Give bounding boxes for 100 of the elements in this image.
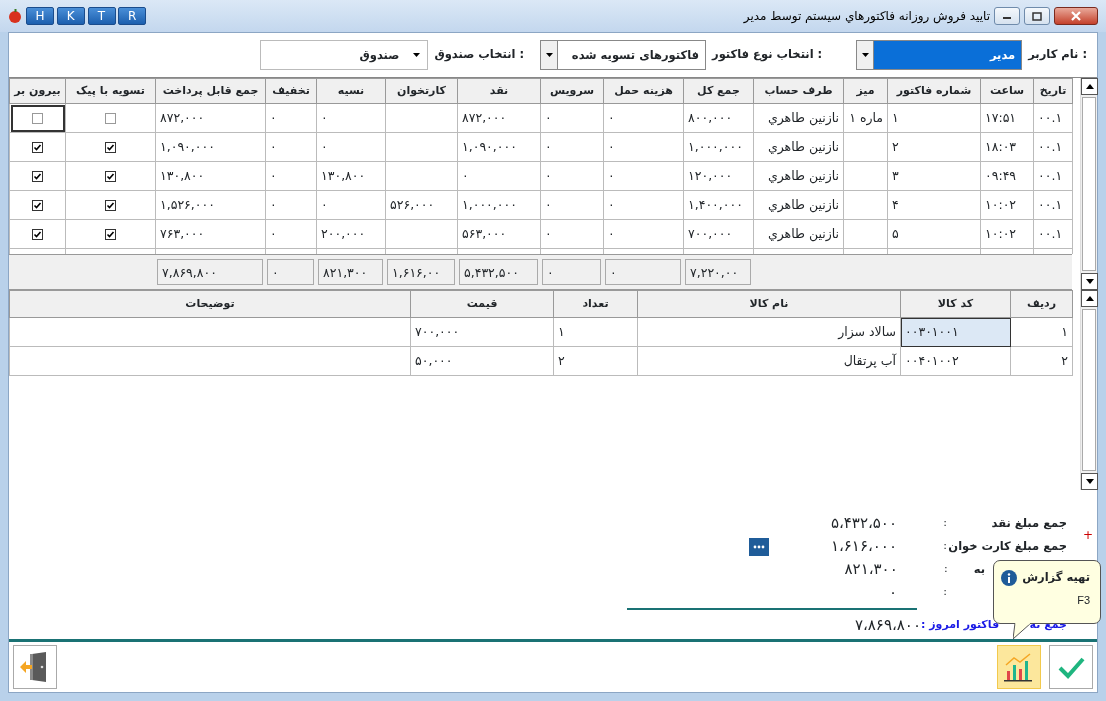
column-header[interactable]: توضیحات: [9, 290, 411, 318]
column-header[interactable]: تخفیف: [265, 78, 317, 104]
column-header[interactable]: ردیف: [1010, 290, 1073, 318]
column-header[interactable]: نقد: [457, 78, 541, 104]
combo-box[interactable]: فاکتورهای تسویه شده: [540, 40, 707, 70]
column-header[interactable]: نام کالا: [637, 290, 901, 318]
dropdown-field[interactable]: صندوق: [260, 40, 429, 70]
table-cell: ۰۰.۱: [1033, 190, 1073, 220]
expand-button[interactable]: +: [1082, 526, 1093, 544]
maximize-icon: [1032, 11, 1042, 21]
checkbox[interactable]: [105, 170, 116, 182]
confirm-button[interactable]: [1049, 645, 1093, 689]
caret-icon: [545, 53, 553, 57]
table-cell: ۱۳۰,۸۰۰: [316, 161, 386, 191]
table-cell: نازنین طاهري: [753, 190, 844, 220]
summary-value: ۵،۴۳۲،۵۰۰: [829, 513, 897, 535]
scroll-thumb[interactable]: [1082, 309, 1096, 471]
scroll-down-button[interactable]: [1081, 273, 1098, 290]
column-header[interactable]: کارتخوان: [385, 78, 458, 104]
more-button[interactable]: [749, 537, 769, 556]
total-field: ۰: [267, 259, 314, 285]
table-cell: ۲: [553, 346, 638, 376]
colon: :: [943, 561, 948, 578]
table-cell: ۰: [603, 132, 684, 162]
checkbox[interactable]: [32, 199, 43, 211]
table-cell: ۱۲۰,۰۰۰: [683, 161, 754, 191]
exit-button[interactable]: [13, 645, 57, 689]
column-header[interactable]: کد کالا: [900, 290, 1011, 318]
column-header[interactable]: بیرون بر: [9, 78, 66, 104]
down-arrow-icon: [1085, 479, 1094, 484]
table-cell: ۰: [540, 219, 604, 249]
table-cell: ۰: [603, 161, 684, 191]
table-cell: ۰: [540, 190, 604, 220]
column-header[interactable]: قیمت: [410, 290, 554, 318]
minimize-button[interactable]: [994, 7, 1020, 25]
table-cell: نازنین طاهري: [753, 103, 844, 133]
table-cell: ۰: [316, 132, 386, 162]
table-cell: ۱۳۰,۸۰۰: [155, 161, 266, 191]
table-cell: ۱۸:۰۳: [980, 132, 1034, 162]
summary-label: جمع مبلغ کارت خوان: [947, 537, 1067, 556]
table-cell: ۵۶۳,۰۰۰: [457, 219, 541, 249]
quick-button[interactable]: K: [56, 7, 85, 25]
checkbox[interactable]: [32, 228, 43, 240]
checkbox[interactable]: [32, 141, 43, 153]
filter-label: انتخاب نوع فاکتور :: [712, 46, 823, 64]
column-header[interactable]: تعداد: [553, 290, 638, 318]
table-cell: ۱۰:۰۲: [980, 190, 1034, 220]
up-arrow-icon: [1085, 84, 1094, 89]
scroll-thumb[interactable]: [1082, 97, 1096, 271]
maximize-button[interactable]: [1024, 7, 1050, 25]
table-cell: ۵۲۶,۰۰۰: [385, 190, 458, 220]
table-cell: ۰۰۳۰۱۰۰۱: [900, 317, 1011, 347]
colon: :: [942, 515, 947, 532]
column-header[interactable]: سرویس: [540, 78, 604, 104]
table-cell: ۲: [1010, 346, 1073, 376]
column-header[interactable]: ساعت: [980, 78, 1034, 104]
scroll-up-button[interactable]: [1081, 78, 1098, 95]
table-cell: ۵۰,۰۰۰: [410, 346, 554, 376]
checkbox[interactable]: [105, 112, 116, 124]
table-cell: ۰۰.۱: [1033, 161, 1073, 191]
quick-button[interactable]: T: [87, 7, 116, 25]
column-header[interactable]: میز: [843, 78, 888, 104]
table-cell: ۱,۵۲۶,۰۰۰: [155, 190, 266, 220]
scroll-up-button[interactable]: [1081, 290, 1098, 307]
checkbox[interactable]: [32, 170, 43, 182]
column-header[interactable]: جمع کل: [683, 78, 754, 104]
table-cell: ۰۹:۴۹: [980, 161, 1034, 191]
column-header[interactable]: نسیه: [316, 78, 386, 104]
checkbox[interactable]: [105, 228, 116, 240]
table-cell: ۷۰۰,۰۰۰: [683, 219, 754, 249]
table-cell: ۰: [540, 161, 604, 191]
close-button[interactable]: [1054, 7, 1098, 25]
column-header[interactable]: جمع قابل پرداخت: [155, 78, 266, 104]
table-cell: ۰: [265, 161, 317, 191]
column-header[interactable]: شماره فاکتور: [887, 78, 981, 104]
checkbox[interactable]: [32, 112, 43, 124]
table-cell: ۰۰.۱: [1033, 103, 1073, 133]
table-cell: ۰: [540, 103, 604, 133]
table-cell: ۰: [265, 190, 317, 220]
info-icon: [1000, 569, 1017, 586]
table-cell: ۰۰.۱: [1033, 132, 1073, 162]
column-header[interactable]: هزینه حمل: [603, 78, 684, 104]
table-cell: ۲: [887, 132, 981, 162]
checkbox[interactable]: [105, 199, 116, 211]
table-cell: ۵: [887, 219, 981, 249]
column-header[interactable]: تسویه با پیک: [65, 78, 156, 104]
table-cell: ۰: [457, 161, 541, 191]
table-cell: ۱: [553, 317, 638, 347]
report-button[interactable]: [997, 645, 1041, 689]
combo-box[interactable]: مدیر: [856, 40, 1023, 70]
summary-value: ۸۲۱،۳۰۰: [843, 559, 898, 581]
column-header[interactable]: تاریخ: [1033, 78, 1073, 104]
table-cell: ۱۰:۰۲: [980, 219, 1034, 249]
table-cell: ۸۷۲,۰۰۰: [155, 103, 266, 133]
column-header[interactable]: طرف حساب: [753, 78, 844, 104]
quick-button[interactable]: R: [118, 7, 147, 25]
table-cell: ۴: [887, 190, 981, 220]
quick-button[interactable]: H: [26, 7, 54, 25]
scroll-down-button[interactable]: [1081, 473, 1098, 490]
checkbox[interactable]: [105, 141, 116, 153]
